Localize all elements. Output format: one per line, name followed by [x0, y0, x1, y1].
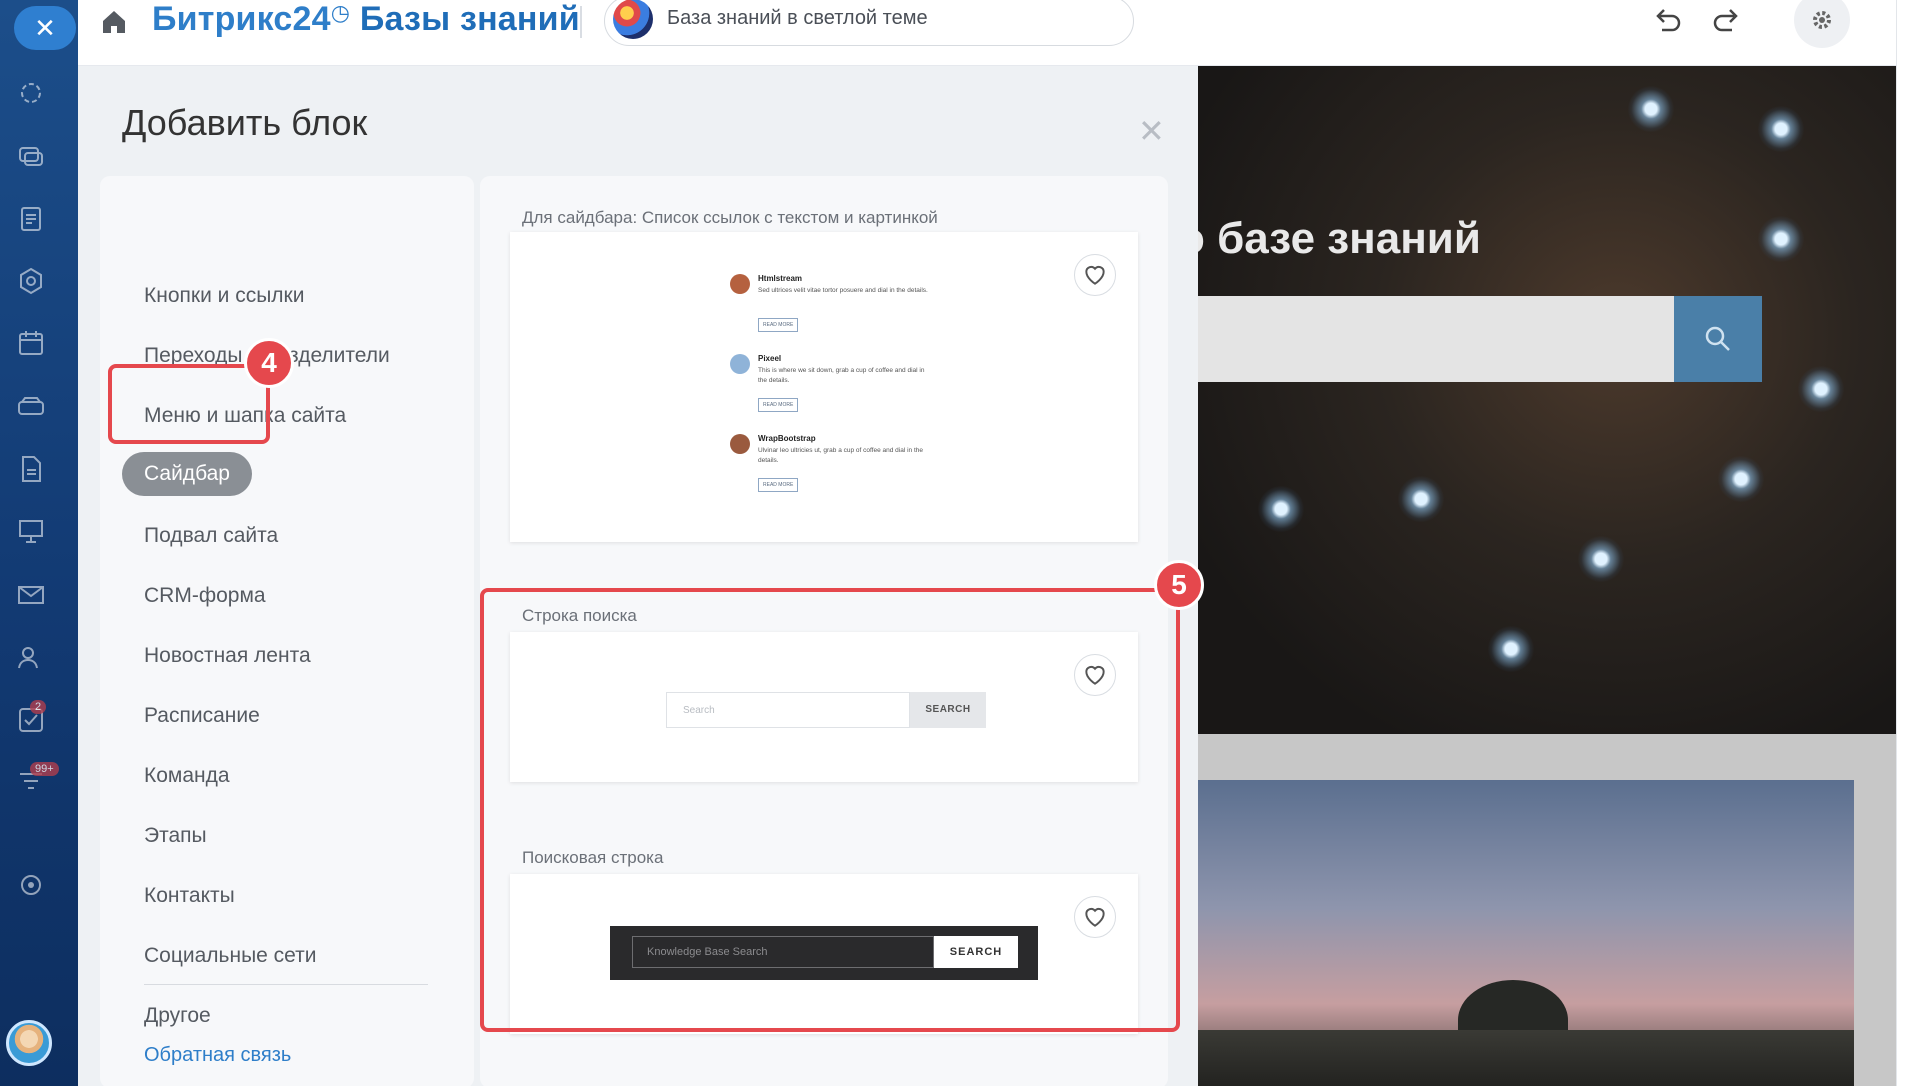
hero-title: о базе знаний — [1198, 214, 1481, 263]
gear-icon[interactable] — [1794, 0, 1850, 48]
people-icon[interactable] — [16, 642, 46, 672]
file-icon[interactable] — [16, 454, 46, 484]
light-bulb-decoration — [1758, 216, 1804, 262]
preview-text: Ulvinar leo ultricies ut, grab a cup of … — [758, 447, 924, 465]
light-bulb-decoration — [1578, 536, 1624, 582]
category-item[interactable]: Подвал сайта — [144, 524, 278, 548]
category-item[interactable]: Кнопки и ссылки — [144, 284, 304, 308]
page-preview: о базе знаний — [1198, 66, 1896, 1086]
light-bulb-decoration — [1758, 106, 1804, 152]
document-icon[interactable] — [16, 204, 46, 234]
preview-name: Pixeel — [758, 354, 782, 363]
tasks-badge: 2 — [30, 700, 47, 714]
light-bulb-decoration — [1488, 626, 1534, 672]
site-avatar-icon — [613, 0, 653, 39]
avatar — [730, 274, 750, 294]
preview-text: Sed ultrices velit vitae tortor posuere … — [758, 287, 928, 294]
avatar — [730, 354, 750, 374]
read-more-button: READ MORE — [758, 478, 799, 492]
read-more-button: READ MORE — [758, 318, 799, 332]
light-bulb-decoration — [1398, 476, 1444, 522]
header-divider — [580, 6, 582, 38]
site-name: База знаний в светлой теме — [667, 7, 928, 29]
drive-icon[interactable] — [16, 392, 46, 422]
light-bulb-decoration — [1258, 486, 1304, 532]
top-header: Битрикс24◷ Базы знаний База знаний в све… — [78, 0, 1896, 66]
block-card-sidebar-links[interactable]: Htmlstream Sed ultrices velit vitae tort… — [510, 232, 1138, 542]
home-icon[interactable] — [100, 8, 128, 36]
presentation-icon[interactable] — [16, 516, 46, 546]
category-list: Кнопки и ссылки Переходы и разделители М… — [100, 176, 474, 1086]
step-4-marker: 4 — [244, 338, 294, 388]
panel-title: Добавить блок — [122, 102, 368, 143]
close-icon[interactable]: ✕ — [14, 6, 76, 50]
undo-icon[interactable] — [1650, 4, 1684, 38]
brand-name: Битрикс24 — [152, 0, 331, 38]
category-item-active[interactable]: Сайдбар — [122, 452, 252, 496]
preview-name: WrapBootstrap — [758, 434, 816, 443]
avatar — [730, 434, 750, 454]
heart-icon[interactable] — [1074, 254, 1116, 296]
hero-search-input — [1198, 296, 1674, 382]
search-icon — [1674, 296, 1762, 382]
category-item[interactable]: Социальные сети — [144, 944, 317, 968]
activity-icon[interactable] — [16, 78, 46, 108]
avatar[interactable] — [6, 1020, 52, 1066]
category-item[interactable]: CRM-форма — [144, 584, 266, 608]
chat-icon[interactable] — [16, 142, 46, 172]
filter-badge: 99+ — [30, 762, 59, 776]
close-icon[interactable]: ✕ — [1138, 112, 1165, 150]
category-item[interactable]: Этапы — [144, 824, 207, 848]
redo-icon[interactable] — [1710, 4, 1744, 38]
category-item[interactable]: Новостная лента — [144, 644, 311, 668]
category-item[interactable]: Команда — [144, 764, 230, 788]
category-item[interactable]: Контакты — [144, 884, 235, 908]
preview-name: Htmlstream — [758, 274, 803, 283]
step-5-marker: 5 — [1154, 560, 1204, 610]
landscape-image — [1198, 780, 1854, 1086]
site-selector[interactable]: База знаний в светлой теме — [604, 0, 1134, 46]
step-4-highlight — [108, 364, 270, 444]
step-5-highlight — [480, 588, 1180, 1032]
settings-icon[interactable] — [16, 870, 46, 900]
category-item[interactable]: Другое — [144, 1004, 211, 1028]
app-sidebar: ✕ 2 99+ — [0, 0, 78, 1086]
category-divider — [144, 984, 428, 985]
brand-suffix: Базы знаний — [359, 0, 580, 38]
hero-banner: о базе знаний — [1198, 66, 1896, 734]
read-more-button: READ MORE — [758, 398, 799, 412]
light-bulb-decoration — [1628, 86, 1674, 132]
brand-logo: Битрикс24◷ Базы знаний — [152, 0, 580, 38]
ground — [1198, 1030, 1854, 1086]
light-bulb-decoration — [1798, 366, 1844, 412]
mail-icon[interactable] — [16, 580, 46, 610]
light-bulb-decoration — [1718, 456, 1764, 502]
calendar-icon[interactable] — [16, 328, 46, 358]
hexagon-icon[interactable] — [16, 266, 46, 296]
block-title: Для сайдбара: Список ссылок с текстом и … — [522, 208, 938, 227]
preview-text: This is where we sit down, grab a cup of… — [758, 367, 925, 385]
feedback-link[interactable]: Обратная связь — [144, 1044, 291, 1067]
window-edge — [1896, 0, 1926, 1086]
category-item[interactable]: Расписание — [144, 704, 260, 728]
